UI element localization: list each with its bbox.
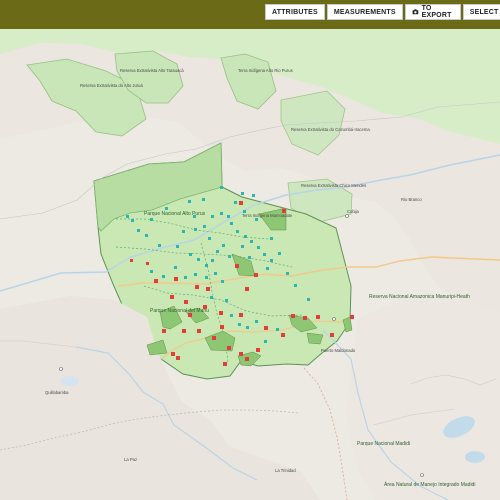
label-terra-indigena-alto: Terra Indígena Alto Rio Purus	[238, 68, 293, 73]
label-parque-madidi: Parque Nacional Madidi	[357, 441, 410, 447]
measurements-button[interactable]: MEASUREMENTS	[326, 4, 403, 20]
map-tools: ATTRIBUTES MEASUREMENTS TO EXPORT SELECT	[265, 4, 500, 20]
rio-branco-dot	[332, 317, 336, 321]
label-reserva-alto-jurua: Reserva Extrativista do Alto Juruá	[80, 83, 144, 88]
label-reserva-chico-mendes: Reserva Extrativista Chico Mendes	[301, 183, 366, 188]
map-app: ATTRIBUTES MEASUREMENTS TO EXPORT SELECT	[0, 0, 500, 500]
label-parque-alto-purus: Parque Nacional Alto Purus	[144, 211, 206, 217]
to-export-button[interactable]: TO EXPORT	[404, 4, 461, 20]
bolivia-land	[346, 291, 500, 500]
label-reserva-amazonica: Reserva Nacional Amazonica Manuripi-Heat…	[369, 294, 470, 300]
map-canvas[interactable]: Reserva Extrativista do Alto Juruá Reser…	[0, 29, 500, 500]
to-export-label: TO EXPORT	[421, 5, 452, 19]
protected-area-9	[306, 332, 324, 345]
label-cobija: Cobija	[347, 209, 360, 214]
attributes-label: ATTRIBUTES	[272, 8, 318, 16]
label-parque-manu: Parque Nacional del Manu	[150, 308, 209, 314]
label-reserva-cazumba: Reserva Extrativista do Cazumbá-Iracema	[291, 127, 370, 132]
label-rio-branco: Rio Branco	[401, 197, 422, 202]
label-terra-indigena-mamoadate: Terra Indígena Mamoadate	[242, 213, 293, 218]
label-la-paz-area: La Paz	[124, 457, 137, 462]
cobija-dot	[345, 214, 349, 218]
label-alto-tarauaca: Reserva Extrativista Alto Tarauacá	[120, 68, 184, 73]
label-area-natural: Área Natural de Manejo Integrado Madidi	[384, 481, 475, 488]
quillabamba-dot	[59, 367, 63, 371]
trinidad-dot	[420, 473, 424, 477]
label-quillabamba: Quillabamba	[45, 390, 69, 395]
label-puerto-maldonado: Puerto Maldonado	[321, 348, 356, 353]
label-la-trinidad: La Trinidad	[275, 468, 296, 473]
attributes-button[interactable]: ATTRIBUTES	[265, 4, 325, 20]
measurements-label: MEASUREMENTS	[333, 8, 396, 16]
map-view[interactable]: Reserva Extrativista do Alto Juruá Reser…	[0, 29, 500, 500]
select-label: SELECT	[469, 8, 499, 16]
camera-icon	[412, 9, 419, 15]
select-button[interactable]: SELECT	[462, 4, 500, 20]
